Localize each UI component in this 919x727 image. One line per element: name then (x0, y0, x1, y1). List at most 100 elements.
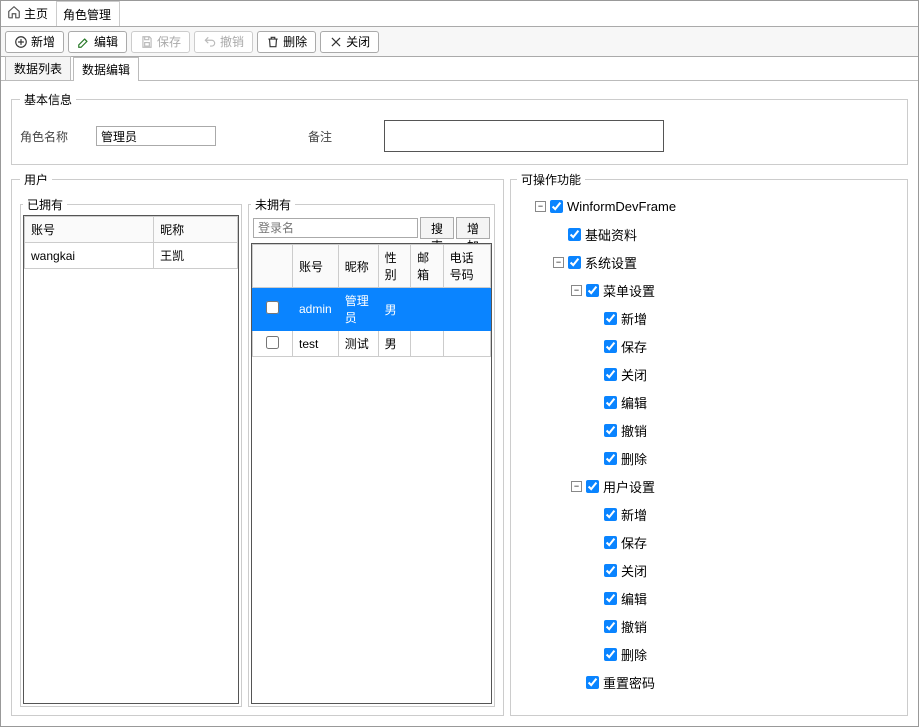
tab-home[interactable]: 主页 (1, 1, 57, 26)
tree-leaf-spacer (589, 537, 600, 548)
tree-node-label: 新增 (621, 505, 647, 524)
cell-gender: 男 (378, 288, 410, 331)
tree-checkbox[interactable] (550, 200, 563, 213)
toolbar-label: 保存 (157, 33, 181, 50)
collapse-icon[interactable]: − (553, 257, 564, 268)
tree-leaf-spacer (589, 425, 600, 436)
table-row[interactable]: wangkai王凯 (25, 243, 238, 269)
notowned-users-grid[interactable]: 账号 昵称 性别 邮箱 电话号码 admin 管理员 男 test 测试 男 (251, 243, 492, 704)
owned-users-grid[interactable]: 账号 昵称 wangkai王凯 (23, 215, 239, 704)
tree-leaf-spacer (589, 369, 600, 380)
plus-circle-icon (14, 35, 28, 49)
cell-nick: 王凯 (154, 243, 238, 269)
remark-input[interactable] (384, 120, 664, 152)
collapse-icon[interactable]: − (571, 285, 582, 296)
row-checkbox[interactable] (266, 301, 279, 314)
tree-node[interactable]: 关闭 (589, 556, 903, 584)
tab-role-manage[interactable]: 角色管理 (57, 1, 120, 26)
close-icon (329, 35, 343, 49)
functions-tree[interactable]: −WinformDevFrame基础资料−系统设置−菜单设置新增保存关闭编辑撤销… (517, 192, 905, 711)
col-account[interactable]: 账号 (25, 217, 154, 243)
home-icon (7, 5, 21, 22)
tree-node[interactable]: 重置密码 (571, 668, 903, 696)
tree-node[interactable]: 保存 (589, 528, 903, 556)
table-row[interactable]: admin 管理员 男 (253, 288, 491, 331)
tree-checkbox[interactable] (604, 340, 617, 353)
tree-node[interactable]: 新增 (589, 500, 903, 528)
col-gender[interactable]: 性别 (378, 245, 410, 288)
save-icon (140, 35, 154, 49)
tree-checkbox[interactable] (604, 620, 617, 633)
tree-node[interactable]: 基础资料 (553, 220, 903, 248)
tree-checkbox[interactable] (604, 648, 617, 661)
tree-checkbox[interactable] (586, 284, 599, 297)
role-name-input[interactable] (96, 126, 216, 146)
tab-data-edit[interactable]: 数据编辑 (73, 57, 139, 81)
col-nick[interactable]: 昵称 (154, 217, 238, 243)
save-button[interactable]: 保存 (131, 31, 190, 53)
col-email[interactable]: 邮箱 (411, 245, 443, 288)
tree-checkbox[interactable] (604, 592, 617, 605)
undo-button[interactable]: 撤销 (194, 31, 253, 53)
add-user-button[interactable]: 增加 (456, 217, 490, 239)
cell-email (411, 331, 443, 357)
tree-node[interactable]: 编辑 (589, 584, 903, 612)
tree-checkbox[interactable] (604, 508, 617, 521)
tree-checkbox[interactable] (604, 312, 617, 325)
tree-leaf-spacer (589, 341, 600, 352)
tree-node[interactable]: 撤销 (589, 612, 903, 640)
tree-node[interactable]: 保存 (589, 332, 903, 360)
tree-leaf-spacer (553, 229, 564, 240)
col-check[interactable] (253, 245, 293, 288)
tree-checkbox[interactable] (604, 368, 617, 381)
delete-button[interactable]: 删除 (257, 31, 316, 53)
tree-checkbox[interactable] (604, 452, 617, 465)
tree-node[interactable]: −WinformDevFrame (535, 192, 903, 220)
tree-node-label: 保存 (621, 337, 647, 356)
search-button[interactable]: 搜索 (420, 217, 454, 239)
owned-legend: 已拥有 (23, 196, 67, 213)
trash-icon (266, 35, 280, 49)
tree-node[interactable]: −菜单设置 (571, 276, 903, 304)
login-input[interactable] (253, 218, 418, 238)
tree-node-label: 保存 (621, 533, 647, 552)
tree-node[interactable]: 删除 (589, 444, 903, 472)
col-account[interactable]: 账号 (293, 245, 339, 288)
tree-checkbox[interactable] (604, 396, 617, 409)
tree-node[interactable]: 新增 (589, 304, 903, 332)
basic-info-group: 基本信息 角色名称 备注 (11, 91, 908, 165)
tree-checkbox[interactable] (586, 480, 599, 493)
tree-checkbox[interactable] (604, 424, 617, 437)
cell-check[interactable] (253, 288, 293, 331)
edit-button[interactable]: 编辑 (68, 31, 127, 53)
tree-node-label: 用户设置 (603, 477, 655, 496)
tree-node-label: 新增 (621, 309, 647, 328)
table-row[interactable]: test 测试 男 (253, 331, 491, 357)
tree-checkbox[interactable] (604, 536, 617, 549)
cell-check[interactable] (253, 331, 293, 357)
collapse-icon[interactable]: − (535, 201, 546, 212)
tree-node[interactable]: 编辑 (589, 388, 903, 416)
tree-node-label: 基础资料 (585, 225, 637, 244)
tree-node[interactable]: − 用户设置 (571, 472, 903, 500)
row-checkbox[interactable] (266, 336, 279, 349)
close-button[interactable]: 关闭 (320, 31, 379, 53)
tree-checkbox[interactable] (568, 228, 581, 241)
tree-node[interactable]: 撤销 (589, 416, 903, 444)
tree-node-label: 编辑 (621, 589, 647, 608)
tree-node[interactable]: −系统设置 (553, 248, 903, 276)
col-nick[interactable]: 昵称 (338, 245, 378, 288)
tree-node[interactable]: 关闭 (589, 360, 903, 388)
toolbar-label: 撤销 (220, 33, 244, 50)
tree-checkbox[interactable] (604, 564, 617, 577)
col-phone[interactable]: 电话号码 (443, 245, 490, 288)
collapse-icon[interactable]: − (571, 481, 582, 492)
tree-checkbox[interactable] (568, 256, 581, 269)
add-button[interactable]: 新增 (5, 31, 64, 53)
tree-checkbox[interactable] (586, 676, 599, 689)
tree-node[interactable]: 删除 (589, 640, 903, 668)
tree-node-label: 编辑 (621, 393, 647, 412)
tab-data-list[interactable]: 数据列表 (5, 56, 71, 80)
toolbar-label: 删除 (283, 33, 307, 50)
cell-nick: 测试 (338, 331, 378, 357)
